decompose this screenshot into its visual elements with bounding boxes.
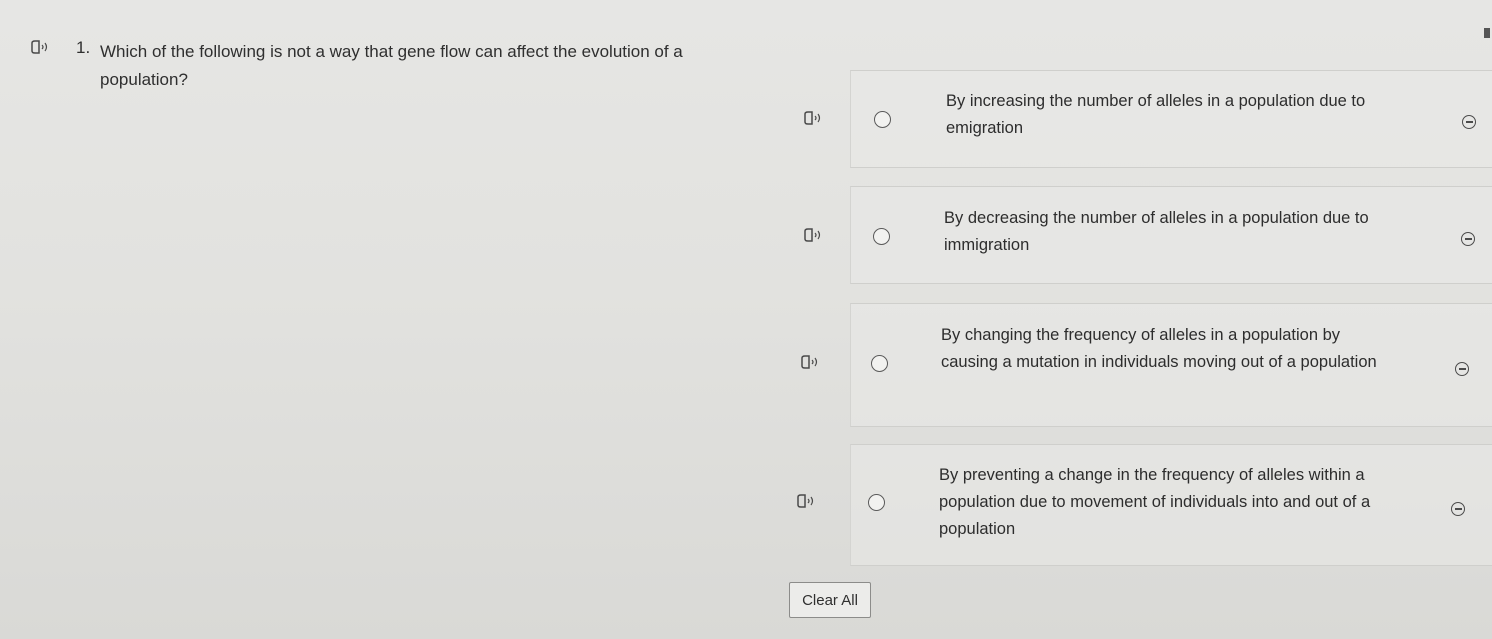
choice-text-2: By decreasing the number of alleles in a…	[944, 209, 1369, 254]
choice-text-4: By preventing a change in the frequency …	[939, 466, 1371, 538]
strikethrough-icon[interactable]	[1451, 502, 1465, 516]
radio-button[interactable]	[873, 228, 890, 245]
choice-text-3: By changing the frequency of alleles in …	[941, 326, 1377, 371]
radio-button[interactable]	[868, 494, 885, 511]
question-number: 1.	[76, 38, 91, 57]
speaker-icon[interactable]	[796, 494, 818, 508]
strikethrough-icon[interactable]	[1455, 362, 1469, 376]
speaker-icon[interactable]	[30, 40, 52, 54]
speaker-icon[interactable]	[803, 111, 825, 125]
strikethrough-icon[interactable]	[1461, 232, 1475, 246]
speaker-icon[interactable]	[803, 228, 825, 242]
clear-all-button[interactable]: Clear All	[789, 582, 871, 618]
strikethrough-icon[interactable]	[1462, 115, 1476, 129]
question-text: Which of the following is not a way that…	[100, 42, 683, 89]
choice-text-1: By increasing the number of alleles in a…	[946, 92, 1366, 137]
radio-button[interactable]	[874, 111, 891, 128]
flag-icon[interactable]	[1484, 28, 1490, 38]
speaker-icon[interactable]	[800, 355, 822, 369]
radio-button[interactable]	[871, 355, 888, 372]
